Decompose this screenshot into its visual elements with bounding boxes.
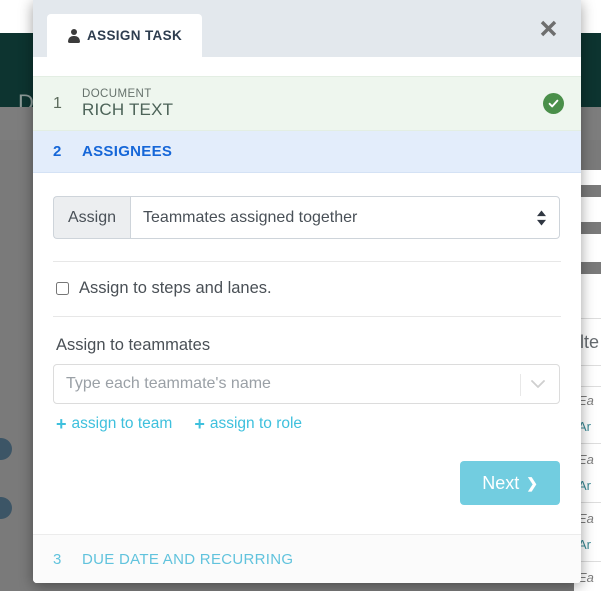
modal-body: 1 DOCUMENT RICH TEXT 2 ASSIGNEES Assign xyxy=(33,57,581,583)
next-button[interactable]: Next ❯ xyxy=(460,461,560,505)
step-header-due-date[interactable]: 3 DUE DATE AND RECURRING xyxy=(33,534,581,583)
chevron-down-icon[interactable] xyxy=(530,379,546,389)
step-3-label: DUE DATE AND RECURRING xyxy=(82,550,294,568)
modal-header: ASSIGN TASK xyxy=(33,0,581,57)
tab-content-spacer xyxy=(33,57,581,76)
teammates-input-separator xyxy=(520,374,521,396)
assignees-panel: Assign Teammates assigned together Assig… xyxy=(33,173,581,505)
close-glyph xyxy=(540,20,556,36)
tab-assign-task[interactable]: ASSIGN TASK xyxy=(47,14,203,57)
background-avatar xyxy=(0,497,12,519)
step-1-sublabel: DOCUMENT xyxy=(82,87,152,100)
assign-task-modal: ASSIGN TASK 1 DOCUMENT RICH TEXT 2 ASSIG… xyxy=(33,0,581,583)
assign-to-team-label: assign to team xyxy=(71,415,173,432)
assign-mode-select[interactable]: Teammates assigned together xyxy=(130,196,560,239)
assign-prepend-label: Assign xyxy=(53,196,131,239)
person-icon xyxy=(67,28,80,43)
chevron-down-glyph xyxy=(531,380,545,388)
assign-mode-group: Assign Teammates assigned together xyxy=(53,196,560,239)
step-2-number: 2 xyxy=(53,143,62,160)
step-1-label: RICH TEXT xyxy=(82,100,174,120)
chevron-right-icon: ❯ xyxy=(526,474,538,491)
step-2-label: ASSIGNEES xyxy=(82,143,173,160)
assign-to-team-link[interactable]: + assign to team xyxy=(56,415,172,433)
assign-to-role-link[interactable]: + assign to role xyxy=(194,415,302,433)
next-button-label: Next xyxy=(482,472,520,493)
check-circle-icon xyxy=(543,93,564,114)
steps-lanes-checkbox-row[interactable]: Assign to steps and lanes. xyxy=(53,262,561,316)
panel-footer: Next ❯ xyxy=(53,433,561,505)
teammates-input[interactable]: Type each teammate's name xyxy=(53,364,560,404)
background-avatar xyxy=(0,438,12,460)
assign-shortcut-links: + assign to team + assign to role xyxy=(53,404,561,433)
step-3-number: 3 xyxy=(53,550,62,568)
steps-lanes-checkbox[interactable] xyxy=(56,282,69,295)
close-icon[interactable] xyxy=(532,12,564,44)
step-header-assignees[interactable]: 2 ASSIGNEES xyxy=(33,131,581,173)
steps-lanes-checkbox-label: Assign to steps and lanes. xyxy=(79,279,272,297)
plus-icon: + xyxy=(56,414,67,434)
tab-assign-task-label: ASSIGN TASK xyxy=(87,28,183,43)
assign-to-role-label: assign to role xyxy=(209,415,303,432)
teammates-field-label: Assign to teammates xyxy=(56,336,211,354)
plus-icon: + xyxy=(194,414,205,434)
step-1-number: 1 xyxy=(53,94,62,112)
check-glyph xyxy=(548,99,559,108)
teammates-input-placeholder: Type each teammate's name xyxy=(66,375,271,392)
step-header-document[interactable]: 1 DOCUMENT RICH TEXT xyxy=(33,76,581,131)
